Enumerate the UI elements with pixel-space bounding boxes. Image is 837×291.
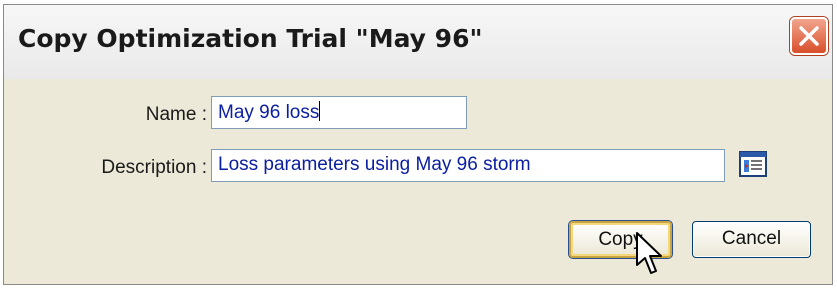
name-label: Name :: [145, 104, 207, 125]
mouse-pointer-icon: [636, 232, 662, 274]
close-button[interactable]: [790, 17, 828, 55]
close-icon: [799, 26, 819, 46]
text-cursor: [319, 101, 321, 121]
description-input[interactable]: Loss parameters using May 96 storm: [211, 149, 725, 182]
text-editor-icon[interactable]: [739, 150, 767, 178]
dialog-title: Copy Optimization Trial "May 96": [18, 24, 483, 53]
copy-trial-dialog: Copy Optimization Trial "May 96" Name : …: [3, 4, 833, 285]
name-input[interactable]: May 96 loss: [211, 96, 467, 129]
name-input-value: May 96 loss: [218, 102, 320, 123]
description-label: Description :: [101, 157, 207, 178]
cancel-button[interactable]: Cancel: [692, 221, 811, 258]
description-input-value: Loss parameters using May 96 storm: [218, 154, 531, 175]
title-bar[interactable]: Copy Optimization Trial "May 96": [4, 5, 832, 79]
